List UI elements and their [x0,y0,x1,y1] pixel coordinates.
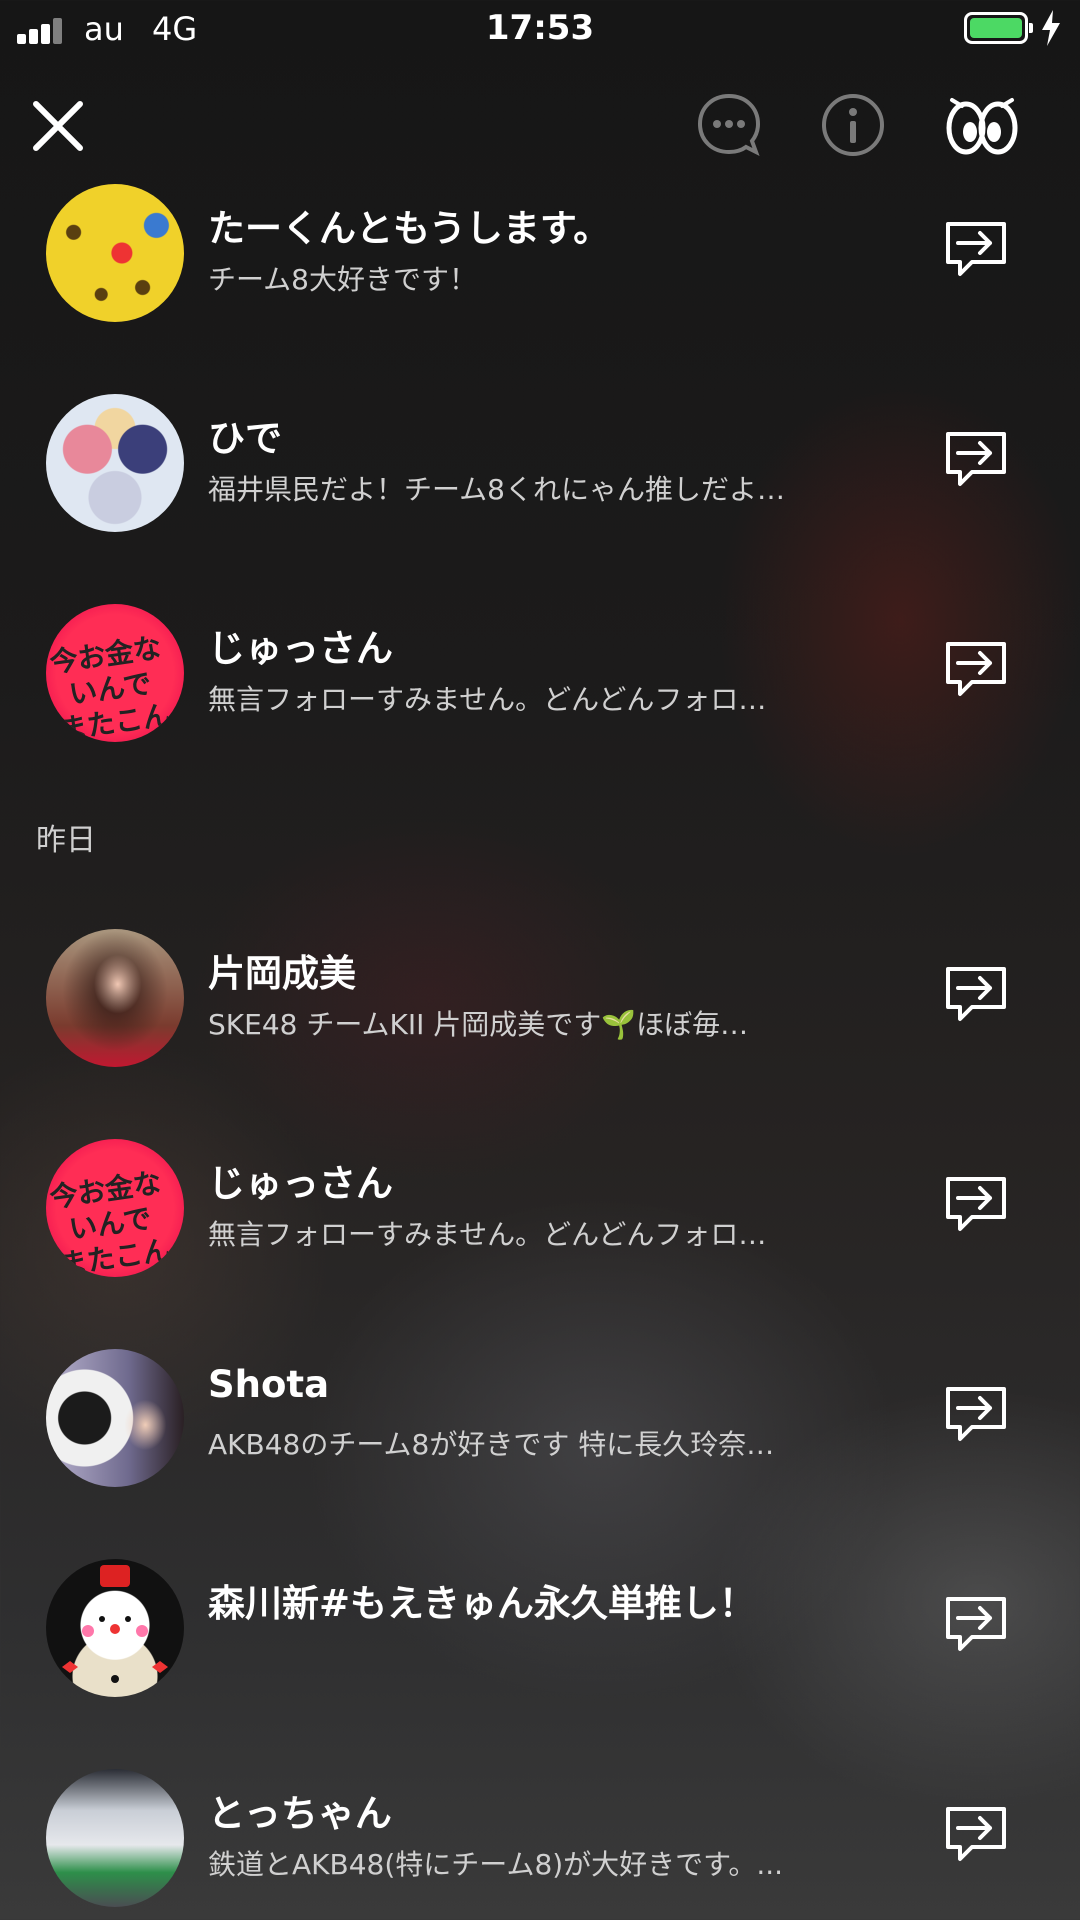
close-icon[interactable] [28,96,88,156]
list-item[interactable]: Shota AKB48のチーム8が好きです 特に長久玲奈… [0,1335,1080,1545]
user-name: たーくんともうします。 [208,207,611,250]
charging-bolt-icon [1042,10,1060,46]
list-item[interactable]: 片岡成美 SKE48 チームKII 片岡成美です🌱ほぼ毎… [0,915,1080,1125]
list-item[interactable]: とっちゃん 鉄道とAKB48(特にチーム8)が大好きです。... [0,1755,1080,1920]
user-bio: 無言フォローすみません。どんどんフォロ… [208,1218,767,1251]
user-name: 森川新#もえきゅん永久単推し！ [208,1582,756,1625]
clock: 17:53 [485,8,595,48]
follow-button[interactable] [944,963,1008,1023]
section-header-yesterday: 昨日 [36,823,96,858]
status-bar: au 4G 17:53 [0,0,1080,60]
user-name: とっちゃん [208,1792,392,1835]
user-name: 片岡成美 [208,952,356,995]
user-name: じゅっさん [208,1162,393,1205]
follow-button[interactable] [944,638,1008,698]
avatar[interactable] [46,394,184,532]
list-item[interactable]: 今お金ないんで またこんどにします じゅっさん 無言フォローすみません。どんどん… [0,1125,1080,1335]
avatar[interactable] [46,1349,184,1487]
avatar-badge-text: 今お金ないんで またこんどにします [47,631,178,742]
list-item[interactable]: 森川新#もえきゅん永久単推し！ [0,1545,1080,1755]
user-bio: 福井県民だよ！チーム8くれにゃん推しだよ… [208,473,785,506]
avatar[interactable] [46,1559,184,1697]
chat-bubble-icon[interactable] [694,90,764,160]
top-bar [0,80,1080,170]
follow-button[interactable] [944,1173,1008,1233]
list-item[interactable]: ひで 福井県民だよ！チーム8くれにゃん推しだよ… [0,380,1080,590]
avatar[interactable] [46,184,184,322]
user-bio: 無言フォローすみません。どんどんフォロ… [208,683,767,716]
avatar[interactable]: 今お金ないんで またこんどにします [46,604,184,742]
eyes-icon[interactable] [944,90,1020,160]
snowman-icon [62,1565,168,1683]
follow-button[interactable] [944,1383,1008,1443]
user-bio: 鉄道とAKB48(特にチーム8)が大好きです。... [208,1848,784,1881]
user-bio: チーム8大好きです！ [208,263,477,296]
user-name: じゅっさん [208,627,393,670]
follow-button[interactable] [944,1593,1008,1653]
user-name: Shota [208,1363,330,1406]
avatar[interactable] [46,1769,184,1907]
follow-button[interactable] [944,218,1008,278]
follow-button[interactable] [944,428,1008,488]
info-icon[interactable] [818,90,888,160]
avatar-badge-text: 今お金ないんで またこんどにします [47,1166,178,1277]
user-name: ひで [208,417,282,460]
list-item[interactable]: 今お金ないんで またこんどにします じゅっさん 無言フォローすみません。どんどん… [0,590,1080,800]
follow-button[interactable] [944,1803,1008,1863]
user-bio: AKB48のチーム8が好きです 特に長久玲奈… [208,1428,775,1461]
user-bio: SKE48 チームKII 片岡成美です🌱ほぼ毎… [208,1008,749,1041]
list-item[interactable]: たーくんともうします。 チーム8大好きです！ [0,170,1080,380]
battery-icon [964,12,1033,44]
avatar[interactable] [46,929,184,1067]
avatar[interactable]: 今お金ないんで またこんどにします [46,1139,184,1277]
